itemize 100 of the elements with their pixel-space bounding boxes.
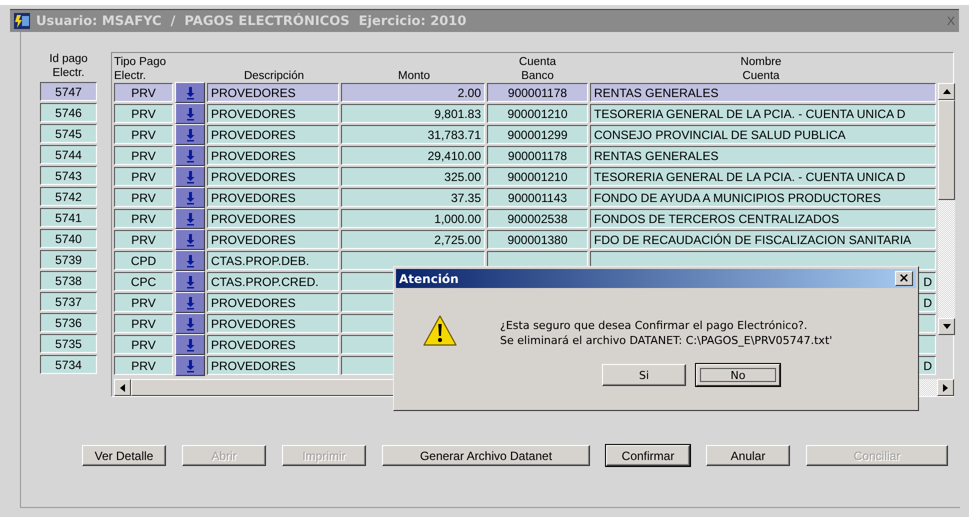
column-header: Cuenta Banco — [518, 55, 558, 83]
table-cell: FONDO DE AYUDA A MUNICIPIOS PRODUCTORES — [590, 188, 936, 207]
table-cell: 29,410.00 — [341, 146, 485, 165]
table-cell: 5737 — [40, 292, 97, 311]
column-header: Nombre Cuenta — [740, 55, 782, 83]
down-arrow-icon — [186, 232, 194, 246]
list-button[interactable] — [175, 229, 205, 250]
down-arrow-icon — [186, 212, 194, 226]
list-button[interactable] — [175, 187, 205, 208]
list-button[interactable] — [175, 208, 205, 229]
table-cell: PRV — [114, 125, 173, 144]
list-button[interactable] — [175, 271, 205, 292]
down-arrow-icon — [186, 128, 194, 142]
down-arrow-icon — [186, 86, 194, 100]
down-arrow-icon — [186, 190, 194, 204]
list-button[interactable] — [175, 103, 205, 124]
table-cell: PROVEDORES — [207, 167, 339, 186]
table-cell: PRV — [114, 83, 173, 102]
dialog-button[interactable]: No — [696, 364, 780, 386]
down-arrow-icon — [186, 338, 194, 352]
table-cell: 5741 — [40, 208, 97, 227]
list-button[interactable] — [175, 82, 205, 103]
down-arrow-icon — [186, 358, 194, 372]
down-arrow-icon — [186, 274, 194, 288]
left-arrow-icon — [120, 384, 125, 392]
table-cell: FONDOS DE TERCEROS CENTRALIZADOS — [590, 209, 936, 228]
column-header: Monto — [397, 69, 431, 83]
down-arrow-icon — [186, 106, 194, 120]
table-cell: PRV — [114, 146, 173, 165]
table-cell: PRV — [114, 314, 173, 333]
list-button[interactable] — [175, 166, 205, 187]
table-cell: PROVEDORES — [207, 146, 339, 165]
table-cell: PRV — [114, 293, 173, 312]
table-cell: 2,725.00 — [341, 230, 485, 249]
table-cell: 900001143 — [487, 188, 588, 207]
table-cell: 5735 — [40, 334, 97, 353]
table-cell: 900002538 — [487, 209, 588, 228]
down-arrow-icon — [942, 324, 950, 329]
table-cell: 900001178 — [487, 146, 588, 165]
vertical-scrollbar[interactable] — [938, 83, 955, 335]
table-cell: CONSEJO PROVINCIAL DE SALUD PUBLICA — [590, 125, 936, 144]
warning-icon — [422, 314, 458, 348]
dialog-message: ¿Esta seguro que desea Confirmar el pago Electrónico?. Se eliminará el archivo DATANET: C:\PAGOS_E\PRV05747.txt' — [500, 318, 832, 348]
action-button[interactable]: Ver Detalle — [82, 445, 166, 466]
column-header: Descripción — [242, 69, 306, 83]
dialog-title: Atención — [399, 272, 459, 286]
list-button[interactable] — [175, 124, 205, 145]
table-cell: 5744 — [40, 145, 97, 164]
table-cell: PROVEDORES — [207, 230, 339, 249]
table-cell: 5747 — [40, 82, 97, 101]
list-button[interactable] — [175, 145, 205, 166]
list-button[interactable] — [175, 250, 205, 271]
list-button[interactable] — [175, 292, 205, 313]
table-cell: PROVEDORES — [207, 293, 339, 312]
down-arrow-icon — [186, 170, 194, 184]
list-button[interactable] — [175, 355, 205, 376]
window-title: Usuario: MSAFYC / PAGOS ELECTRÓNICOS Ejercicio: 2010 — [36, 14, 466, 28]
table-cell: PROVEDORES — [207, 335, 339, 354]
table-cell: 5740 — [40, 229, 97, 248]
table-cell: CPC — [114, 272, 173, 291]
table-cell: 900001380 — [487, 230, 588, 249]
list-button[interactable] — [175, 313, 205, 334]
app-icon — [14, 13, 30, 29]
table-cell: 5742 — [40, 187, 97, 206]
action-button[interactable]: Confirmar — [606, 445, 690, 466]
table-cell: RENTAS GENERALES — [590, 83, 936, 102]
table-cell: PROVEDORES — [207, 83, 339, 102]
down-arrow-icon — [186, 148, 194, 162]
table-cell: 9,801.83 — [341, 104, 485, 123]
table-cell: 2.00 — [341, 83, 485, 102]
table-cell: 900001299 — [487, 125, 588, 144]
table-cell: 5745 — [40, 124, 97, 143]
table-cell: 5739 — [40, 250, 97, 269]
table-cell: PROVEDORES — [207, 314, 339, 333]
down-arrow-icon — [186, 254, 194, 268]
table-cell: PROVEDORES — [207, 188, 339, 207]
table-cell: CTAS.PROP.DEB. — [207, 251, 339, 270]
table-cell: 5743 — [40, 166, 97, 185]
table-cell: PROVEDORES — [207, 356, 339, 375]
table-cell: PRV — [114, 356, 173, 375]
column-header: Tipo Pago Electr. — [114, 55, 167, 83]
table-cell: PRV — [114, 104, 173, 123]
close-button[interactable]: × — [895, 271, 913, 286]
table-cell: PRV — [114, 209, 173, 228]
table-cell: PRV — [114, 230, 173, 249]
action-button[interactable]: Anular — [706, 445, 790, 466]
table-cell: FDO DE RECAUDACIÓN DE FISCALIZACION SANITARIA — [590, 230, 936, 249]
column-header: Id pago Electr. — [48, 52, 89, 80]
action-button[interactable]: Generar Archivo Datanet — [382, 445, 590, 466]
down-arrow-icon — [186, 296, 194, 310]
right-arrow-icon — [943, 384, 948, 392]
list-button[interactable] — [175, 334, 205, 355]
up-arrow-icon — [942, 89, 950, 94]
table-cell: 1,000.00 — [341, 209, 485, 228]
table-cell: 31,783.71 — [341, 125, 485, 144]
table-cell: 5746 — [40, 103, 97, 122]
dialog-button[interactable]: Si — [602, 364, 686, 386]
table-cell: PROVEDORES — [207, 125, 339, 144]
table-cell: TESORERIA GENERAL DE LA PCIA. - CUENTA UNICA D — [590, 167, 936, 186]
table-cell: 325.00 — [341, 167, 485, 186]
